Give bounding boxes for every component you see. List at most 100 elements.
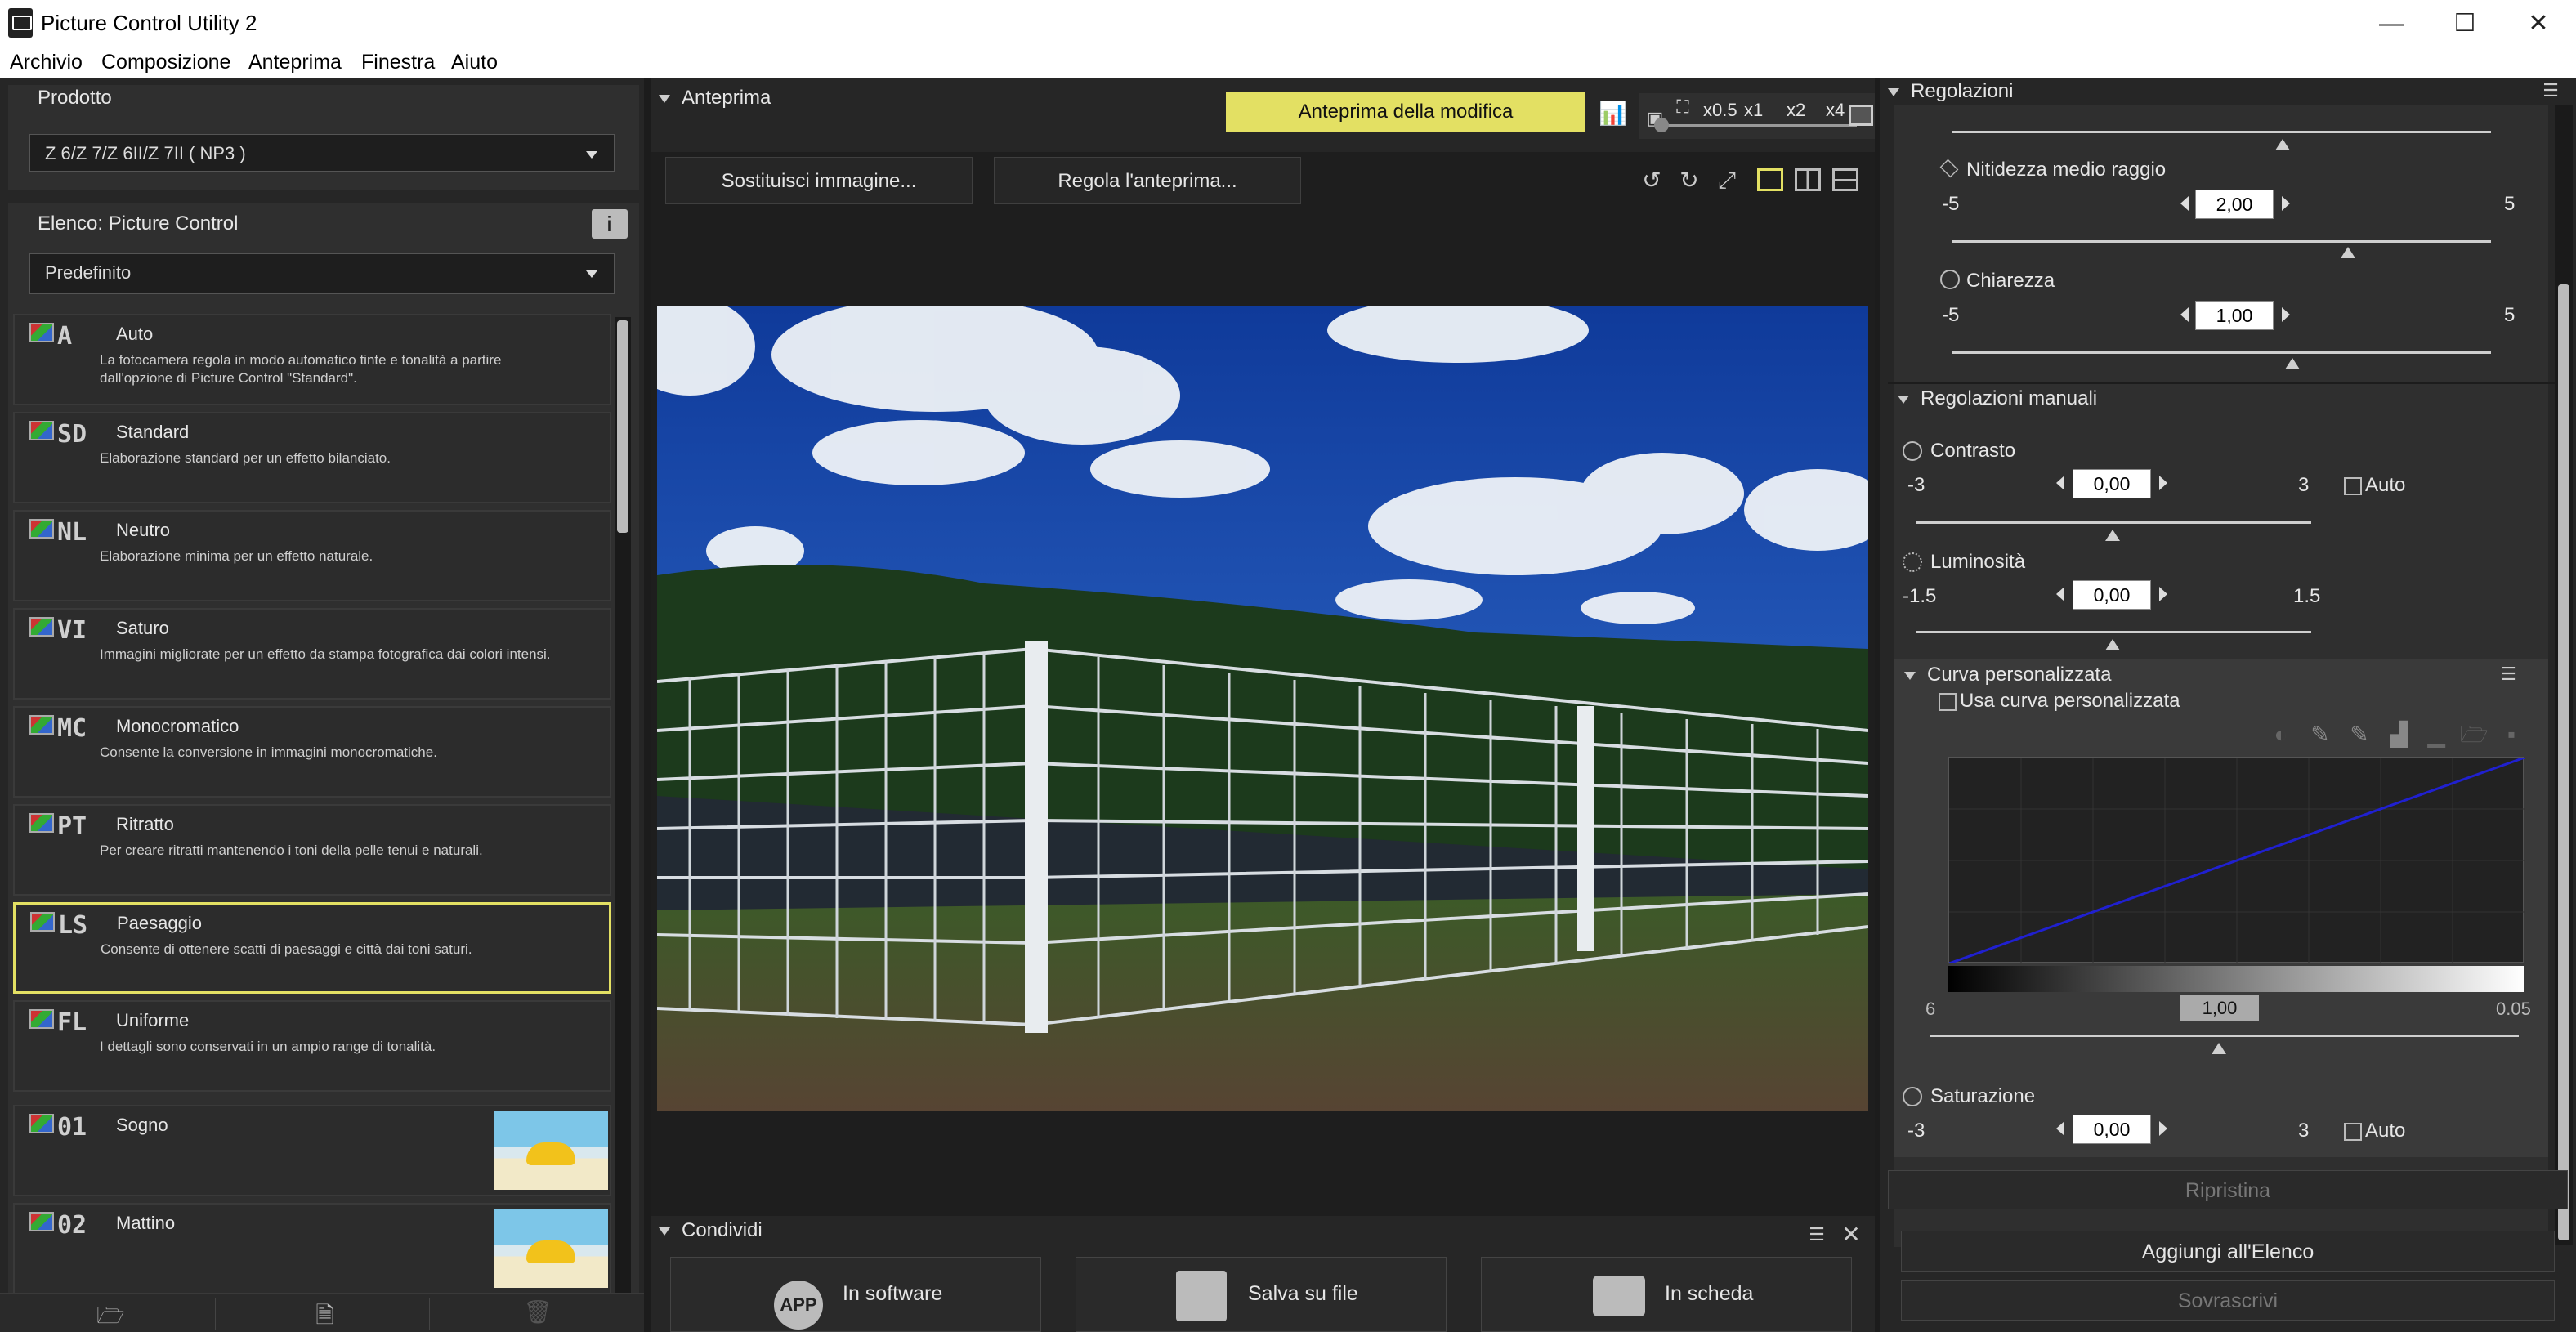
adjustments-scrollbar-thumb[interactable]: [2558, 284, 2569, 1240]
list-scrollbar[interactable]: [615, 317, 631, 1294]
sharpening-slider-knob[interactable]: [2275, 139, 2290, 150]
to-card-button[interactable]: In scheda: [1481, 1257, 1852, 1332]
product-dropdown[interactable]: Z 6/Z 7/Z 6II/Z 7II ( NP3 ): [29, 134, 615, 172]
brightness-increase[interactable]: [2159, 587, 2167, 601]
export-file-icon[interactable]: 🗎: [221, 1298, 430, 1330]
mid-sharpening-input[interactable]: 2,00: [2195, 190, 2274, 219]
zoom-slider[interactable]: [1661, 124, 1857, 127]
curve-graph[interactable]: [1948, 756, 2525, 965]
list-item-monocromatico[interactable]: MC Monocromatico Consente la conversione i…: [13, 706, 611, 798]
list-item-ritratto[interactable]: PT Ritratto Per creare ritratti mantenendo…: [13, 804, 611, 896]
list-item-paesaggio[interactable]: LS Paesaggio Consente di ottenere scatti d…: [13, 902, 611, 994]
saturation-input[interactable]: 0,00: [2073, 1115, 2151, 1144]
rotate-right-icon[interactable]: ↻: [1675, 167, 1703, 194]
contrast-slider-knob[interactable]: [2105, 530, 2120, 541]
single-view-icon[interactable]: [1757, 168, 1783, 191]
sharpening-slider[interactable]: [1952, 131, 2491, 133]
zoom-slider-knob[interactable]: [1654, 118, 1669, 132]
curve-gamma-slider[interactable]: [1930, 1035, 2519, 1037]
clarity-increase[interactable]: [2282, 307, 2290, 322]
list-item-name: Mattino: [116, 1213, 176, 1233]
open-folder-icon[interactable]: 🗁: [7, 1298, 216, 1330]
zoom-x2[interactable]: x2: [1787, 100, 1805, 121]
contrast-increase[interactable]: [2159, 476, 2167, 490]
fullscreen-icon[interactable]: [1849, 105, 1873, 126]
brightness-input[interactable]: 0,00: [2073, 580, 2151, 610]
adjust-preview-button[interactable]: Regola l'anteprima...: [994, 157, 1301, 204]
mid-sharpening-slider-knob[interactable]: [2341, 247, 2355, 258]
use-curve-checkbox[interactable]: [1939, 693, 1957, 711]
histogram-channel-icon[interactable]: ▁: [2422, 721, 2450, 749]
curve-menu-icon[interactable]: ☰: [2494, 660, 2522, 688]
brightness-slider-knob[interactable]: [2105, 639, 2120, 650]
list-item-saturo[interactable]: VI Saturo Immagini migliorate per un effet…: [13, 608, 611, 700]
list-item-mattino[interactable]: 02 Mattino: [13, 1203, 611, 1294]
clarity-slider-knob[interactable]: [2285, 358, 2300, 369]
zoom-x1[interactable]: x1: [1744, 100, 1763, 121]
eyedropper-white-icon[interactable]: ✎: [2346, 721, 2373, 749]
menu-composizione[interactable]: Composizione: [101, 51, 230, 74]
reset-button[interactable]: Ripristina: [1888, 1170, 2568, 1209]
clarity-input[interactable]: 1,00: [2195, 301, 2274, 330]
contrast-slider[interactable]: [1916, 521, 2311, 524]
maximize-button[interactable]: ☐: [2440, 5, 2489, 42]
panel-menu-icon[interactable]: ☰: [1803, 1221, 1831, 1249]
list-item-description: Per creare ritratti mantenendo i toni de…: [100, 843, 483, 858]
trash-icon[interactable]: 🗑: [433, 1298, 642, 1330]
zoom-x4[interactable]: x4: [1826, 100, 1845, 121]
split-vertical-icon[interactable]: [1795, 168, 1821, 191]
clarity-decrease[interactable]: [2180, 307, 2189, 322]
edit-preview-button[interactable]: Anteprima della modifica: [1226, 92, 1585, 132]
menu-finestra[interactable]: Finestra: [361, 51, 435, 74]
eyedropper-black-icon[interactable]: ✎: [2306, 721, 2334, 749]
minimize-button[interactable]: —: [2367, 5, 2416, 42]
save-to-file-button[interactable]: Salva su file: [1076, 1257, 1447, 1332]
overwrite-button[interactable]: Sovrascrivi: [1901, 1280, 2555, 1321]
menu-anteprima[interactable]: Anteprima: [248, 51, 342, 74]
mid-sharpening-slider[interactable]: [1952, 240, 2491, 243]
mid-sharpening-increase[interactable]: [2282, 196, 2290, 211]
split-horizontal-icon[interactable]: [1832, 168, 1858, 191]
replace-image-button[interactable]: Sostituisci immagine...: [665, 157, 973, 204]
brightness-decrease[interactable]: [2056, 587, 2064, 601]
clarity-slider[interactable]: [1952, 351, 2491, 354]
list-item-uniforme[interactable]: FL Uniforme I dettagli sono conservati in …: [13, 1000, 611, 1092]
brightness-slider[interactable]: [1916, 631, 2311, 633]
saturation-auto-checkbox[interactable]: [2344, 1123, 2362, 1141]
save-curve-icon[interactable]: ▪: [2498, 721, 2525, 749]
menu-aiuto[interactable]: Aiuto: [451, 51, 498, 74]
list-scrollbar-thumb[interactable]: [617, 320, 628, 533]
share-in-software-button[interactable]: APP In software: [670, 1257, 1041, 1332]
close-window-button[interactable]: ✕: [2514, 5, 2563, 42]
list-item-standard[interactable]: SD Standard Elaborazione standard per un e…: [13, 412, 611, 503]
levels-icon[interactable]: ▟: [2385, 721, 2413, 749]
histogram-icon[interactable]: 📊: [1599, 100, 1627, 127]
picture-control-code-icon: A: [29, 322, 72, 351]
saturation-increase[interactable]: [2159, 1121, 2167, 1136]
zoom-icon[interactable]: ⛶: [1669, 93, 1697, 121]
close-icon[interactable]: ✕: [1837, 1221, 1865, 1249]
mid-sharpening-decrease[interactable]: [2180, 196, 2189, 211]
panel-menu-icon[interactable]: ☰: [2537, 77, 2565, 105]
contrast-decrease[interactable]: [2056, 476, 2064, 490]
contrast-auto-checkbox[interactable]: [2344, 477, 2362, 495]
saturation-decrease[interactable]: [2056, 1121, 2064, 1136]
contrast-input[interactable]: 0,00: [2073, 469, 2151, 498]
list-item-neutro[interactable]: NL Neutro Elaborazione minima per un effet…: [13, 510, 611, 601]
rotate-left-icon[interactable]: ↺: [1638, 167, 1666, 194]
list-item-auto[interactable]: A Auto La fotocamera regola in modo automa…: [13, 314, 611, 405]
contrast-curve-icon[interactable]: ◐: [2267, 721, 2295, 749]
curve-gamma-slider-knob[interactable]: [2212, 1043, 2226, 1054]
add-to-list-button[interactable]: Aggiungi all'Elenco: [1901, 1231, 2555, 1272]
info-icon[interactable]: i: [592, 209, 628, 239]
adjustments-header: Regolazioni: [1888, 80, 2013, 103]
zoom-x05[interactable]: x0.5: [1703, 100, 1737, 121]
list-item-sogno[interactable]: 01 Sogno: [13, 1105, 611, 1196]
open-curve-icon[interactable]: 🗁: [2460, 721, 2489, 749]
adjustments-scrollbar[interactable]: [2555, 105, 2573, 1245]
app-icon: APP: [774, 1281, 823, 1330]
curve-gamma-input[interactable]: 1,00: [2180, 995, 2259, 1021]
menu-archivio[interactable]: Archivio: [10, 51, 83, 74]
expand-icon[interactable]: ⤢: [1713, 167, 1741, 194]
list-filter-dropdown[interactable]: Predefinito: [29, 253, 615, 294]
